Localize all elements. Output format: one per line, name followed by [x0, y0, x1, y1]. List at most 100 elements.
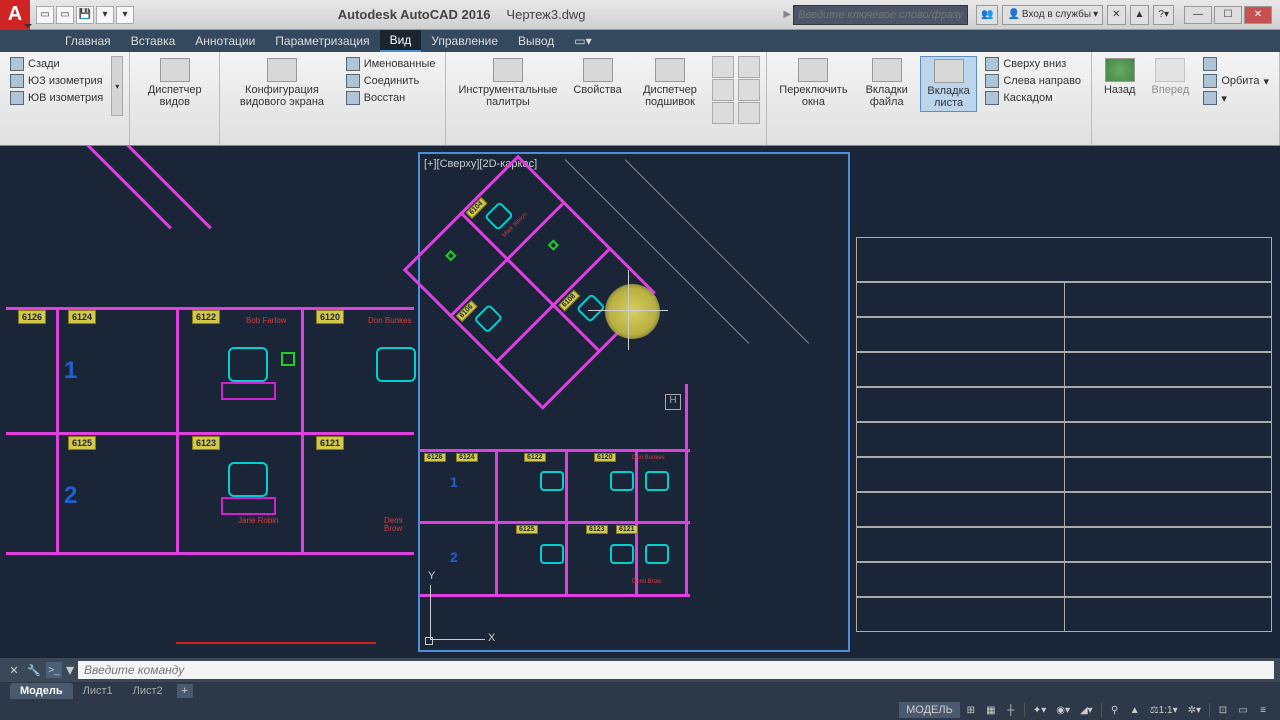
drawing-area[interactable]: 6126 6124 6122 6120 6125 6123 6121 Bob F…	[0, 146, 1280, 658]
view-manager-button[interactable]: Диспетчер видов	[136, 56, 213, 110]
desk	[221, 382, 276, 400]
menu-manage[interactable]: Управление	[421, 31, 508, 51]
a360-icon[interactable]: ▲	[1130, 5, 1150, 25]
menu-featured[interactable]: ▭▾	[564, 31, 601, 51]
title-text: Autodesk AutoCAD 2016 Чертеж3.dwg	[140, 7, 783, 22]
file-name: Чертеж3.dwg	[506, 7, 585, 22]
restore-icon	[346, 91, 360, 105]
tab-model[interactable]: Модель	[10, 683, 73, 699]
cmd-close-icon[interactable]: ✕	[6, 662, 22, 678]
ssm-button[interactable]: Диспетчер подшивок	[632, 56, 709, 110]
osnap-icon[interactable]: ◢▾	[1076, 702, 1097, 718]
iso-icon[interactable]: ◉▾	[1052, 702, 1074, 718]
signin-button[interactable]: 👤Вход в службы▾	[1002, 5, 1103, 25]
app-menu-button[interactable]: A	[0, 0, 30, 30]
search-input[interactable]	[793, 5, 968, 25]
title-right: 👥 👤Вход в службы▾ ✕ ▲ ?▾ — ☐ ✕	[968, 5, 1280, 25]
extents-button[interactable]: ▾	[1199, 90, 1273, 106]
qat-plot-icon[interactable]: ▾	[96, 6, 114, 24]
tab-add-button[interactable]: +	[177, 684, 193, 698]
file-tabs-button[interactable]: Вкладки файла	[858, 56, 916, 110]
palettes-icon	[493, 58, 523, 82]
tile-v-button[interactable]: Слева направо	[981, 73, 1085, 89]
clean-icon[interactable]: ▭	[1234, 702, 1252, 718]
orbit-button[interactable]: Орбита▾	[1199, 73, 1273, 89]
properties-button[interactable]: Свойства	[567, 56, 627, 98]
viewport-left[interactable]: 6126 6124 6122 6120 6125 6123 6121 Bob F…	[6, 152, 414, 652]
cascade-icon	[985, 91, 999, 105]
customize-icon[interactable]: ≡	[1254, 702, 1272, 718]
palette-opt3[interactable]	[712, 102, 734, 124]
view-sw-iso[interactable]: ЮЗ изометрия	[6, 73, 107, 89]
help-icon[interactable]: ?▾	[1153, 5, 1174, 25]
filetabs-icon	[872, 58, 902, 82]
layout-tabs-button[interactable]: Вкладка листа	[920, 56, 978, 112]
tool-palettes-button[interactable]: Инструментальные палитры	[452, 56, 563, 110]
cmd-wrench-icon[interactable]: 🔧	[26, 662, 42, 678]
name-c: Jane Robin	[238, 517, 278, 525]
pan-button[interactable]	[1199, 56, 1273, 72]
status-model[interactable]: МОДЕЛЬ	[899, 702, 960, 718]
forward-button[interactable]: Вперед	[1145, 56, 1195, 98]
quick-access-toolbar: ▭ ▭ 💾 ▾ ▾	[30, 6, 140, 24]
qat-save-icon[interactable]: 💾	[76, 6, 94, 24]
switch-windows-button[interactable]: Переключить окна	[773, 56, 853, 110]
menu-parametric[interactable]: Параметризация	[265, 31, 379, 51]
view-se-iso[interactable]: ЮВ изометрия	[6, 90, 107, 106]
back-icon	[1105, 58, 1135, 82]
tile-h-button[interactable]: Сверху вниз	[981, 56, 1085, 72]
ortho-icon[interactable]: ┼	[1002, 702, 1020, 718]
vp-config-button[interactable]: Конфигурация видового экрана	[226, 56, 337, 110]
palette-opt4[interactable]	[738, 56, 760, 78]
palette-opt5[interactable]	[738, 79, 760, 101]
anno2-icon[interactable]: ▲	[1126, 702, 1144, 718]
qat-new-icon[interactable]: ▭	[36, 6, 54, 24]
viewport-mid[interactable]: [+][Сверху][2D-каркас] — ☐ ✕ 6104 6106 6…	[418, 152, 850, 652]
anno-icon[interactable]: ⚲	[1106, 702, 1124, 718]
redline	[176, 642, 376, 644]
tab-layout1[interactable]: Лист1	[73, 683, 123, 699]
menu-annotate[interactable]: Аннотации	[185, 31, 265, 51]
signin-label: Вход в службы	[1022, 9, 1091, 20]
panel-windows: Переключить окна Вкладки файла Вкладка л…	[767, 52, 1092, 145]
minimize-button[interactable]: —	[1184, 6, 1212, 24]
menu-insert[interactable]: Вставка	[121, 31, 186, 51]
menu-home[interactable]: Главная	[55, 31, 121, 51]
tab-layout2[interactable]: Лист2	[123, 683, 173, 699]
tag-6123: 6123	[192, 436, 220, 450]
join-button[interactable]: Соединить	[342, 73, 440, 89]
qat-more-icon[interactable]: ▾	[116, 6, 134, 24]
maximize-button[interactable]: ☐	[1214, 6, 1242, 24]
restore-button[interactable]: Восстан	[342, 90, 440, 106]
named-button[interactable]: Именованные	[342, 56, 440, 72]
gear-icon[interactable]: ✲▾	[1184, 702, 1205, 718]
workspace-icon[interactable]: ⊡	[1214, 702, 1232, 718]
back-button[interactable]: Назад	[1098, 56, 1142, 98]
panel-views: Сзади ЮЗ изометрия ЮВ изометрия ▾	[0, 52, 130, 145]
cmd-prompt-icon: >_	[46, 662, 62, 678]
close-button[interactable]: ✕	[1244, 6, 1272, 24]
exchange-icon[interactable]: 👥	[976, 5, 998, 25]
status-bar: МОДЕЛЬ ⊞ ▦ ┼ ✦▾ ◉▾ ◢▾ ⚲ ▲ ⚖ 1:1▾ ✲▾ ⊡ ▭ …	[0, 700, 1280, 720]
snap-icon[interactable]: ▦	[982, 702, 1000, 718]
layouttabs-icon	[934, 59, 964, 83]
view-back[interactable]: Сзади	[6, 56, 107, 72]
panel-vp-config: Конфигурация видового экрана Именованные…	[220, 52, 446, 145]
desk	[221, 497, 276, 515]
qat-open-icon[interactable]: ▭	[56, 6, 74, 24]
menu-view[interactable]: Вид	[380, 30, 422, 52]
grid-icon[interactable]: ⊞	[962, 702, 980, 718]
palette-opt6[interactable]	[738, 102, 760, 124]
search-wrap: ▶	[783, 5, 968, 25]
palette-opt2[interactable]	[712, 79, 734, 101]
polar-icon[interactable]: ✦▾	[1029, 702, 1050, 718]
scale-button[interactable]: ⚖ 1:1▾	[1146, 702, 1182, 718]
command-input[interactable]	[78, 661, 1274, 679]
menu-output[interactable]: Вывод	[508, 31, 564, 51]
chair	[228, 347, 268, 382]
x-icon[interactable]: ✕	[1107, 5, 1125, 25]
views-dropdown[interactable]: ▾	[111, 56, 123, 116]
viewport-right[interactable]	[854, 152, 1274, 652]
palette-opt1[interactable]	[712, 56, 734, 78]
cascade-button[interactable]: Каскадом	[981, 90, 1085, 106]
